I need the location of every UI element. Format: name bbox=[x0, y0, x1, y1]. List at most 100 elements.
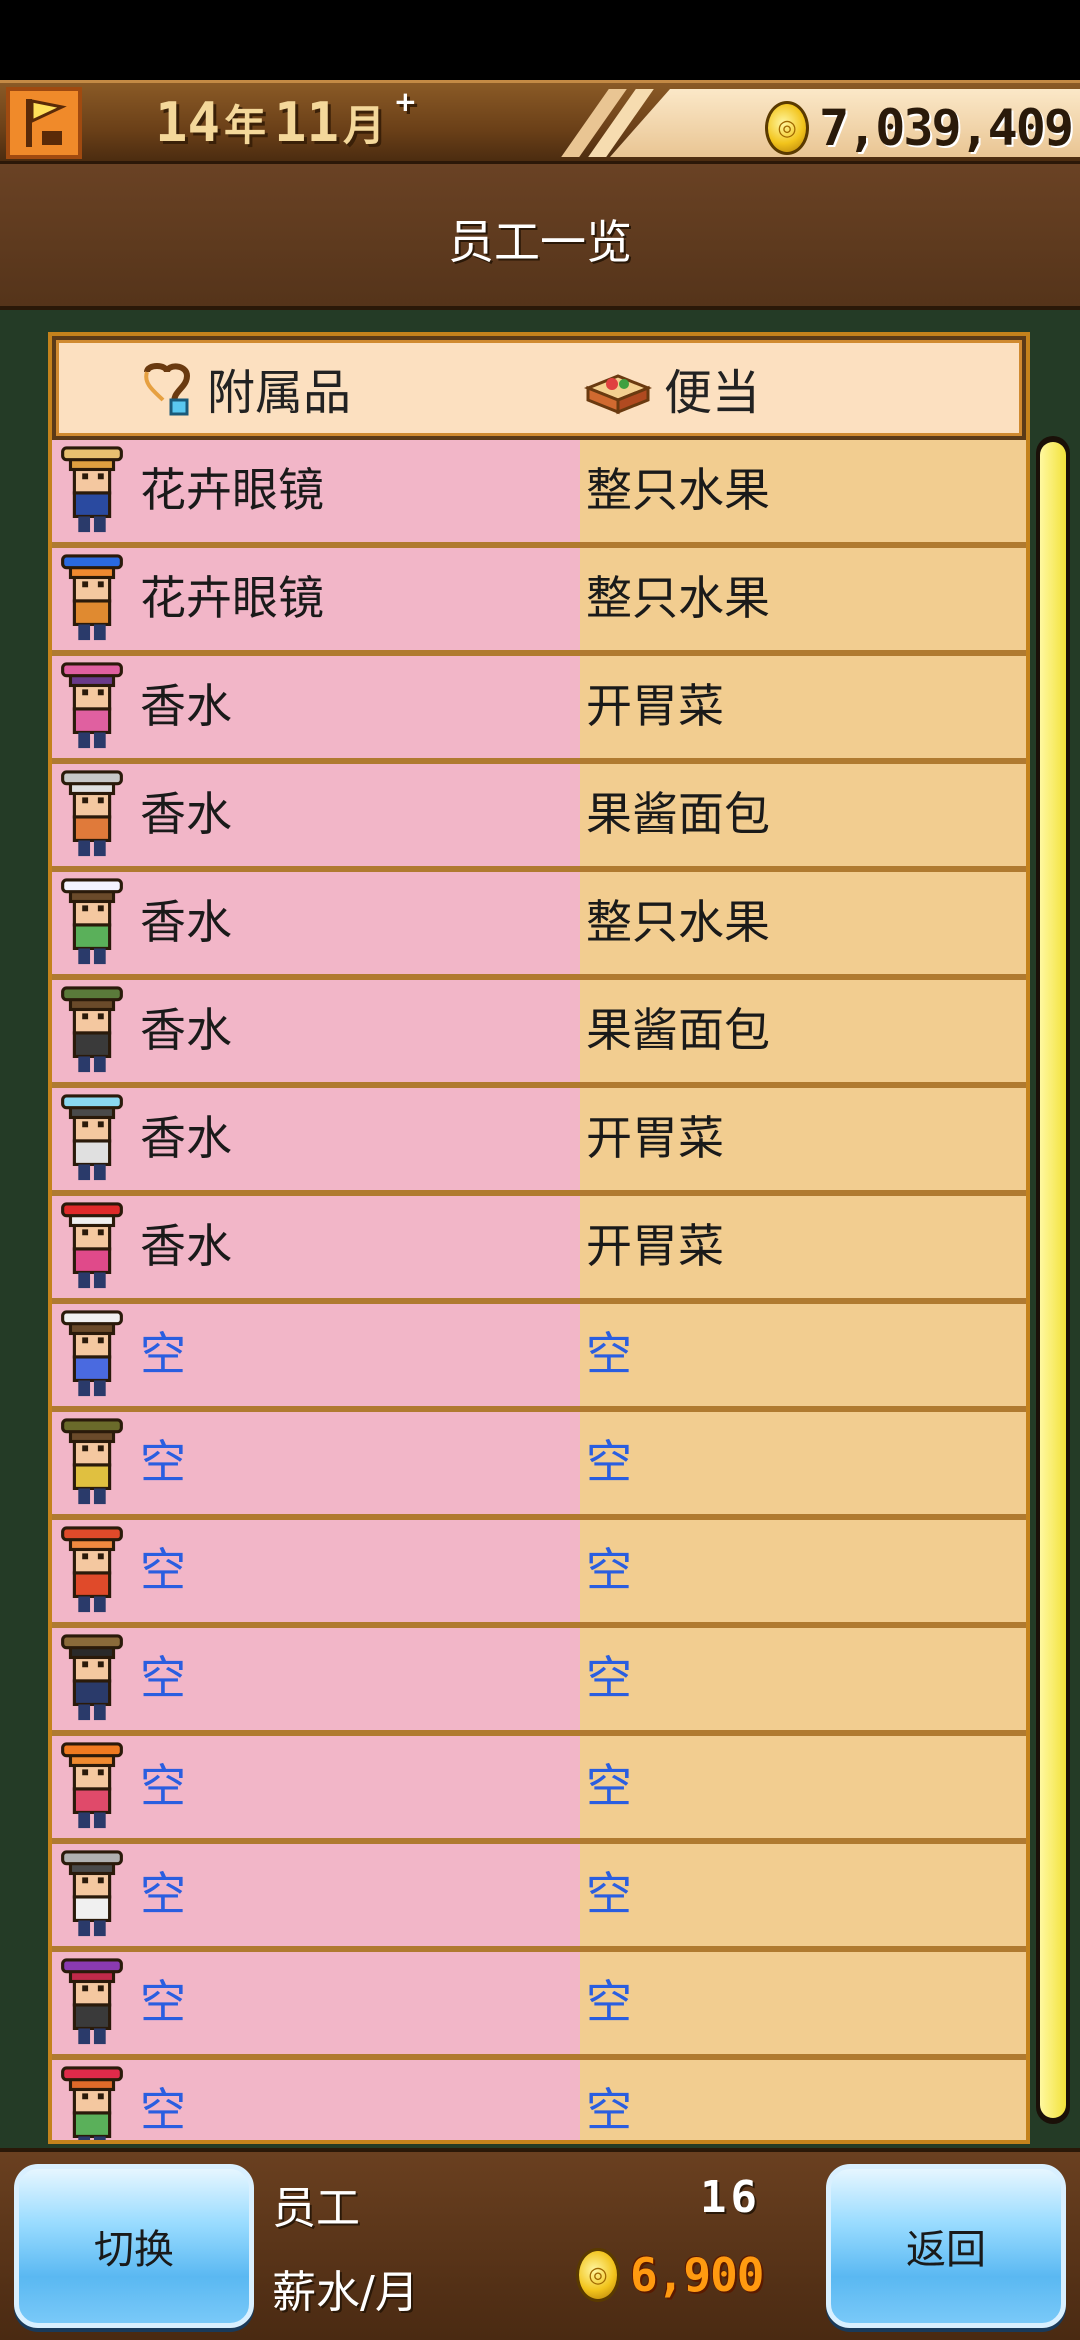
month-unit: 月 bbox=[343, 100, 386, 150]
bento-column-header: 便当 bbox=[584, 343, 760, 433]
bento-cell: 空 bbox=[586, 2083, 632, 2137]
staff-avatar-icon bbox=[61, 878, 123, 965]
accessory-cell: 空 bbox=[140, 1867, 186, 1921]
bento-cell: 开胃菜 bbox=[586, 1219, 724, 1273]
back-button[interactable]: 返回 bbox=[826, 2164, 1066, 2328]
table-row[interactable]: 花卉眼镜 整只水果 bbox=[52, 440, 1026, 548]
bento-cell-bg bbox=[580, 1736, 1026, 1838]
staff-avatar-icon bbox=[61, 554, 123, 641]
accessory-cell-bg bbox=[52, 1844, 580, 1946]
bento-cell-bg bbox=[580, 1952, 1026, 2054]
page-title: 员工一览 bbox=[448, 215, 632, 269]
accessory-cell-bg bbox=[52, 1952, 580, 2054]
switch-button[interactable]: 切换 bbox=[14, 2164, 254, 2328]
bento-icon bbox=[584, 374, 652, 415]
table-row[interactable]: 空空 bbox=[52, 1520, 1026, 1628]
accessory-cell: 花卉眼镜 bbox=[140, 463, 324, 517]
bento-cell: 空 bbox=[586, 1543, 632, 1597]
accessory-cell: 空 bbox=[140, 1435, 186, 1489]
table-row[interactable]: 空空 bbox=[52, 1412, 1026, 1520]
necklace-icon bbox=[144, 363, 191, 416]
bento-header-label: 便当 bbox=[664, 365, 761, 421]
staff-avatar-icon bbox=[61, 662, 123, 749]
table-row[interactable]: 空空 bbox=[52, 1952, 1026, 2060]
accessory-cell-bg bbox=[52, 1520, 580, 1622]
year-unit: 年 bbox=[224, 100, 267, 150]
table-row[interactable]: 空空 bbox=[52, 2060, 1026, 2140]
accessory-cell-bg bbox=[52, 1412, 580, 1514]
bento-cell: 空 bbox=[586, 1435, 632, 1489]
accessory-cell: 香水 bbox=[140, 1219, 232, 1273]
accessory-cell: 空 bbox=[140, 1543, 186, 1597]
table-row[interactable]: 香水 整只水果 bbox=[52, 872, 1026, 980]
accessory-cell: 空 bbox=[140, 1327, 186, 1381]
table-row[interactable]: 空空 bbox=[52, 1628, 1026, 1736]
accessory-cell-bg bbox=[52, 872, 580, 974]
table-row[interactable]: 香水 开胃菜 bbox=[52, 656, 1026, 764]
accessory-cell-bg bbox=[52, 980, 580, 1082]
bento-cell: 开胃菜 bbox=[586, 679, 724, 733]
table-row[interactable]: 香水 开胃菜 bbox=[52, 1088, 1026, 1196]
table-row[interactable]: 香水 果酱面包 bbox=[52, 764, 1026, 872]
accessory-cell: 香水 bbox=[140, 1111, 232, 1165]
menu-button[interactable] bbox=[6, 87, 82, 159]
accessory-cell-bg bbox=[52, 656, 580, 758]
bento-cell: 果酱面包 bbox=[586, 787, 770, 841]
bento-cell: 果酱面包 bbox=[586, 1003, 770, 1057]
table-row[interactable]: 空空 bbox=[52, 1736, 1026, 1844]
bento-cell: 空 bbox=[586, 1975, 632, 2029]
staff-avatar-icon bbox=[61, 1742, 123, 1829]
accessory-cell-bg bbox=[52, 1088, 580, 1190]
accessory-cell: 空 bbox=[140, 1759, 186, 1813]
accessory-cell-bg bbox=[52, 1736, 580, 1838]
staff-avatar-icon bbox=[61, 1634, 123, 1721]
bento-cell-bg bbox=[580, 2060, 1026, 2140]
bento-cell-bg bbox=[580, 1520, 1026, 1622]
money-display: ◎ 7,039,409 bbox=[765, 99, 1074, 157]
status-bar bbox=[0, 0, 1080, 80]
accessory-cell-bg bbox=[52, 1304, 580, 1406]
salary-display: ◎ 6,900 bbox=[576, 2248, 764, 2302]
bento-cell: 整只水果 bbox=[586, 895, 770, 949]
coin-icon: ◎ bbox=[765, 101, 810, 155]
staff-avatar-icon bbox=[61, 1418, 123, 1505]
accessory-cell-bg bbox=[52, 1196, 580, 1298]
bento-cell: 空 bbox=[586, 1759, 632, 1813]
staff-label: 员工 bbox=[272, 2183, 360, 2234]
scrollbar-thumb[interactable] bbox=[1040, 442, 1066, 2118]
bento-cell: 空 bbox=[586, 1327, 632, 1381]
bento-cell-bg bbox=[580, 1844, 1026, 1946]
accessory-cell: 香水 bbox=[140, 895, 232, 949]
money-value: 7,039,409 bbox=[819, 99, 1074, 157]
table-row[interactable]: 香水 果酱面包 bbox=[52, 980, 1026, 1088]
top-bar: 14 年 11 月 + ◎ 7,039,409 bbox=[0, 80, 1080, 164]
bento-cell-bg bbox=[580, 1628, 1026, 1730]
accessory-cell: 空 bbox=[140, 2083, 186, 2137]
staff-avatar-icon bbox=[61, 1958, 123, 2045]
staff-avatar-icon bbox=[61, 1202, 123, 1289]
accessory-cell-bg bbox=[52, 764, 580, 866]
accessory-cell: 香水 bbox=[140, 1003, 232, 1057]
staff-table: 附属品 便当 花卉眼镜 整只水果 花卉眼镜 整只水果 香水 开胃菜 香水 果酱面包 香水 整只水果… bbox=[48, 332, 1030, 2144]
salary-label: 薪水/月 bbox=[272, 2267, 419, 2318]
accessory-cell-bg bbox=[52, 2060, 580, 2140]
table-row[interactable]: 空空 bbox=[52, 1844, 1026, 1952]
staff-avatar-icon bbox=[61, 1094, 123, 1181]
game-date: 14 年 11 月 + bbox=[155, 85, 417, 155]
table-row[interactable]: 花卉眼镜 整只水果 bbox=[52, 548, 1026, 656]
accessory-cell: 空 bbox=[140, 1651, 186, 1705]
accessory-cell: 花卉眼镜 bbox=[140, 571, 324, 625]
table-row[interactable]: 空空 bbox=[52, 1304, 1026, 1412]
staff-avatar-icon bbox=[61, 1310, 123, 1397]
staff-avatar-icon bbox=[61, 1526, 123, 1613]
accessory-cell: 香水 bbox=[140, 787, 232, 841]
accessory-header-label: 附属品 bbox=[207, 365, 352, 421]
accessory-cell: 空 bbox=[140, 1975, 186, 2029]
bento-cell: 空 bbox=[586, 1651, 632, 1705]
bento-cell: 整只水果 bbox=[586, 571, 770, 625]
year-value: 14 bbox=[155, 90, 221, 154]
accessory-cell: 香水 bbox=[140, 679, 232, 733]
flag-icon bbox=[26, 99, 67, 147]
table-row[interactable]: 香水 开胃菜 bbox=[52, 1196, 1026, 1304]
month-value: 11 bbox=[274, 90, 340, 154]
